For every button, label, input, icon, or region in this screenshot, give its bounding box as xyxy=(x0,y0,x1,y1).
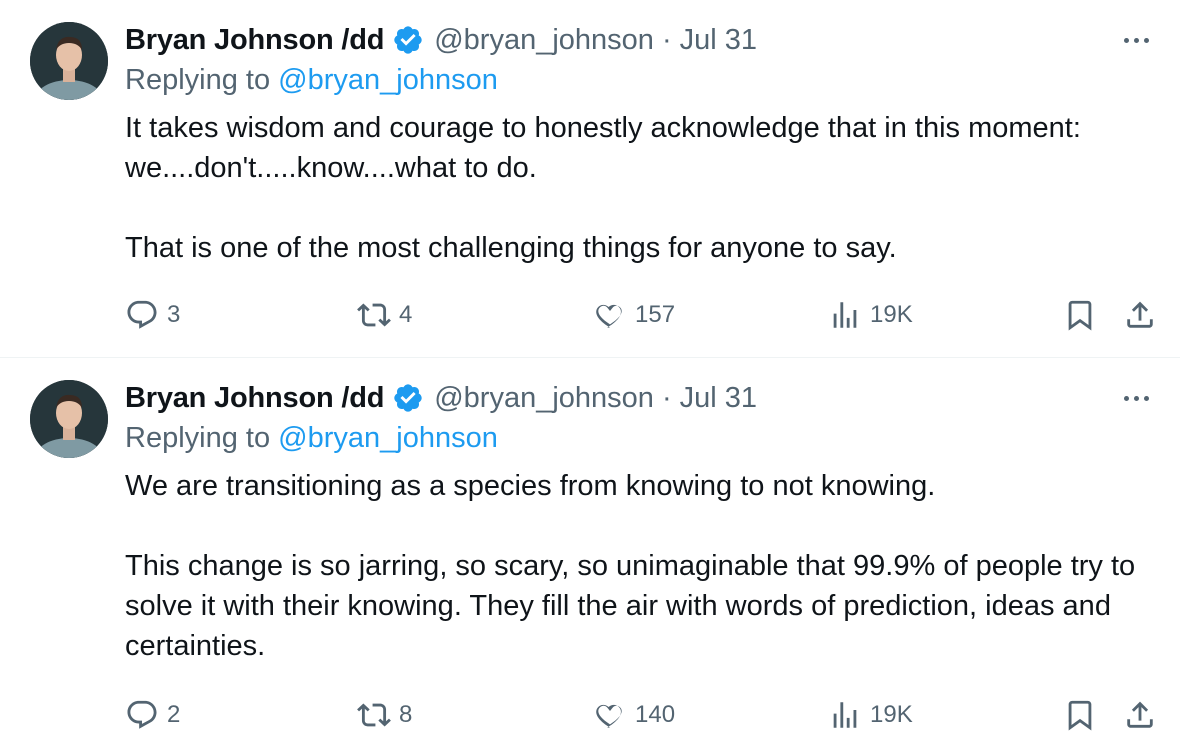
reply-button[interactable]: 3 xyxy=(125,295,180,335)
reply-button[interactable]: 2 xyxy=(125,695,180,735)
more-icon[interactable] xyxy=(1116,388,1156,408)
retweet-button[interactable]: 4 xyxy=(357,295,412,335)
like-button[interactable]: 140 xyxy=(593,695,675,735)
verified-badge-icon xyxy=(394,384,422,412)
tweet[interactable]: Bryan Johnson /dd @bryan_johnson · Jul 3… xyxy=(0,0,1180,358)
views-icon xyxy=(833,302,857,328)
reply-count: 3 xyxy=(167,301,181,328)
views-count: 19K xyxy=(870,701,913,728)
mention-link[interactable]: @bryan_johnson xyxy=(278,64,498,96)
tweet-text: We are transitioning as a species from k… xyxy=(125,470,1136,662)
like-icon xyxy=(596,304,622,328)
views-count: 19K xyxy=(870,301,913,328)
tweet-header: Bryan Johnson /dd @bryan_johnson · Jul 3… xyxy=(125,20,757,60)
verified-badge-icon xyxy=(394,26,422,54)
like-count: 157 xyxy=(635,301,676,328)
separator: · xyxy=(661,23,672,56)
action-bar: 2 8 140 19K xyxy=(125,695,1170,735)
retweet-button[interactable]: 8 xyxy=(357,695,412,735)
tweet[interactable]: Bryan Johnson /dd @bryan_johnson · Jul 3… xyxy=(0,358,1180,753)
retweet-icon xyxy=(357,703,391,727)
tweet-header: Bryan Johnson /dd @bryan_johnson · Jul 3… xyxy=(125,378,757,418)
avatar[interactable] xyxy=(30,380,108,458)
retweet-count: 8 xyxy=(399,701,413,728)
author-handle[interactable]: @bryan_johnson xyxy=(434,382,654,415)
bookmark-icon xyxy=(1068,700,1092,731)
retweet-count: 4 xyxy=(399,301,413,328)
avatar[interactable] xyxy=(30,22,108,100)
share-icon xyxy=(1127,301,1153,328)
reply-count: 2 xyxy=(167,701,181,728)
tweet-text: It takes wisdom and courage to honestly … xyxy=(125,112,1081,264)
bookmark-button[interactable] xyxy=(1063,295,1097,335)
author-name[interactable]: Bryan Johnson /dd xyxy=(125,382,384,415)
like-icon xyxy=(596,704,622,728)
timestamp[interactable]: Jul 31 xyxy=(680,24,757,57)
bookmark-icon xyxy=(1068,300,1092,331)
replying-prefix: Replying to xyxy=(125,64,279,96)
author-handle[interactable]: @bryan_johnson xyxy=(434,24,654,57)
mention-link[interactable]: @bryan_johnson xyxy=(278,422,498,454)
retweet-icon xyxy=(357,303,391,327)
share-button[interactable] xyxy=(1123,295,1157,335)
share-button[interactable] xyxy=(1123,695,1157,735)
replying-to: Replying to @bryan_johnson xyxy=(125,422,498,455)
timestamp[interactable]: Jul 31 xyxy=(680,382,757,415)
bookmark-button[interactable] xyxy=(1063,695,1097,735)
author-name[interactable]: Bryan Johnson /dd xyxy=(125,24,384,57)
replying-prefix: Replying to xyxy=(125,422,279,454)
separator: · xyxy=(661,381,672,414)
like-count: 140 xyxy=(635,701,676,728)
reply-icon xyxy=(127,700,157,729)
action-bar: 3 4 157 19K xyxy=(125,295,1170,335)
like-button[interactable]: 157 xyxy=(593,295,675,335)
views-button[interactable]: 19K xyxy=(828,295,913,335)
share-icon xyxy=(1127,701,1153,728)
reply-icon xyxy=(127,300,157,329)
views-button[interactable]: 19K xyxy=(828,695,913,735)
more-icon[interactable] xyxy=(1116,30,1156,50)
replying-to: Replying to @bryan_johnson xyxy=(125,64,498,97)
views-icon xyxy=(833,702,857,728)
